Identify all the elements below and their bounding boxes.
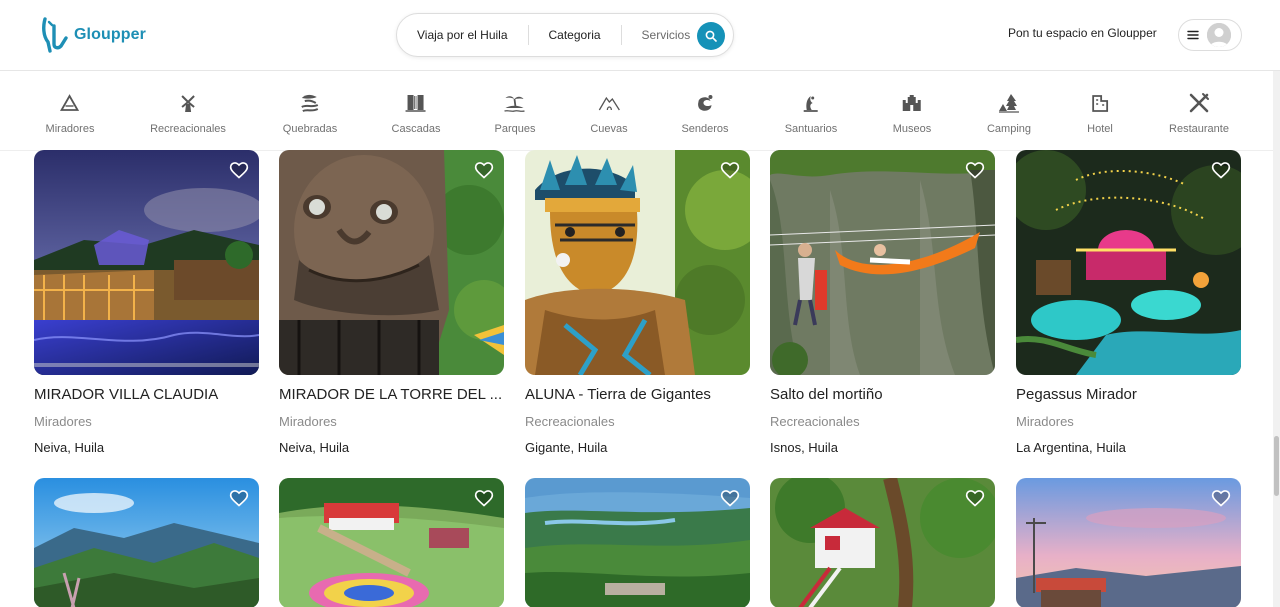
- brand-logo[interactable]: Gloupper: [40, 16, 146, 54]
- listing-card[interactable]: [525, 478, 750, 607]
- hotel-icon: [1088, 91, 1112, 115]
- category-label: Recreacionales: [150, 123, 226, 135]
- listing-photo[interactable]: [770, 150, 995, 375]
- category-restaurante[interactable]: Restaurante: [1169, 91, 1229, 135]
- listing-photo[interactable]: [1016, 150, 1241, 375]
- favorite-heart-icon[interactable]: [1211, 160, 1231, 180]
- category-label: Camping: [986, 123, 1032, 135]
- listing-location: Gigante, Huila: [525, 440, 608, 455]
- category-label: Santuarios: [784, 123, 838, 135]
- listing-photo[interactable]: [34, 478, 259, 607]
- castle-icon: [900, 91, 924, 115]
- listing-card[interactable]: Pegassus Mirador Miradores La Argentina,…: [1016, 150, 1241, 456]
- listing-title: MIRADOR VILLA CLAUDIA: [34, 386, 219, 403]
- search-where[interactable]: Viaja por el Huila: [397, 25, 528, 45]
- listing-card[interactable]: [770, 478, 995, 607]
- listing-category: Miradores: [34, 414, 92, 429]
- favorite-heart-icon[interactable]: [229, 160, 249, 180]
- category-label: Museos: [892, 123, 932, 135]
- avatar: [1207, 23, 1231, 47]
- category-bar: Miradores Recreacionales Quebradas Casca…: [0, 71, 1280, 151]
- favorite-heart-icon[interactable]: [229, 488, 249, 508]
- category-hotel[interactable]: Hotel: [1087, 91, 1113, 135]
- category-label: Miradores: [45, 123, 95, 135]
- category-cuevas[interactable]: Cuevas: [590, 91, 628, 135]
- search-bar[interactable]: Viaja por el Huila Categoria Servicios: [396, 13, 734, 57]
- favorite-heart-icon[interactable]: [474, 160, 494, 180]
- brand-name: Gloupper: [74, 26, 146, 43]
- utensils-icon: [1187, 91, 1211, 115]
- listing-category: Miradores: [279, 414, 337, 429]
- listing-category: Recreacionales: [525, 414, 615, 429]
- category-miradores[interactable]: Miradores: [45, 91, 95, 135]
- windmill-icon: [176, 91, 200, 115]
- listing-location: Isnos, Huila: [770, 440, 838, 455]
- cave-icon: [597, 91, 621, 115]
- listing-card[interactable]: Salto del mortiño Recreacionales Isnos, …: [770, 150, 995, 456]
- favorite-heart-icon[interactable]: [1211, 488, 1231, 508]
- user-silhouette-icon: [1207, 23, 1231, 47]
- host-link[interactable]: Pon tu espacio en Gloupper: [1008, 26, 1157, 40]
- mountain-triangle-icon: [58, 91, 82, 115]
- category-recreacionales[interactable]: Recreacionales: [150, 91, 226, 135]
- search-button[interactable]: [697, 22, 725, 50]
- listing-title: ALUNA - Tierra de Gigantes: [525, 386, 711, 403]
- favorite-heart-icon[interactable]: [720, 160, 740, 180]
- listing-card[interactable]: MIRADOR DE LA TORRE DEL ... Miradores Ne…: [279, 150, 504, 456]
- category-label: Quebradas: [282, 123, 338, 135]
- listing-location: Neiva, Huila: [279, 440, 350, 455]
- category-label: Hotel: [1087, 123, 1113, 135]
- category-santuarios[interactable]: Santuarios: [784, 91, 838, 135]
- listing-card[interactable]: [34, 478, 259, 607]
- category-label: Cascadas: [391, 123, 441, 135]
- listing-title: Pegassus Mirador: [1016, 386, 1137, 403]
- listing-card[interactable]: MIRADOR VILLA CLAUDIA Miradores Neiva, H…: [34, 150, 259, 456]
- category-senderos[interactable]: Senderos: [681, 91, 729, 135]
- listing-title: Salto del mortiño: [770, 386, 883, 403]
- hamburger-menu-icon: [1187, 30, 1199, 40]
- category-parques[interactable]: Parques: [494, 91, 536, 135]
- waterfall-icon: [404, 91, 428, 115]
- tent-tree-icon: [997, 91, 1021, 115]
- category-label: Cuevas: [590, 123, 628, 135]
- sanctuary-icon: [799, 91, 823, 115]
- category-museos[interactable]: Museos: [892, 91, 932, 135]
- listing-photo[interactable]: [34, 150, 259, 375]
- top-header: Gloupper Viaja por el Huila Categoria Se…: [0, 0, 1280, 71]
- favorite-heart-icon[interactable]: [720, 488, 740, 508]
- listing-category: Recreacionales: [770, 414, 860, 429]
- listing-photo[interactable]: [525, 150, 750, 375]
- listing-card[interactable]: [279, 478, 504, 607]
- category-camping[interactable]: Camping: [987, 91, 1031, 135]
- category-cascadas[interactable]: Cascadas: [391, 91, 441, 135]
- listing-category: Miradores: [1016, 414, 1074, 429]
- favorite-heart-icon[interactable]: [474, 488, 494, 508]
- page-scrollbar[interactable]: [1273, 71, 1280, 607]
- palm-island-icon: [503, 91, 527, 115]
- listing-card[interactable]: ALUNA - Tierra de Gigantes Recreacionale…: [525, 150, 750, 456]
- user-menu-button[interactable]: [1178, 19, 1242, 51]
- listing-photo[interactable]: [279, 478, 504, 607]
- stream-icon: [298, 91, 322, 115]
- listing-photo[interactable]: [770, 478, 995, 607]
- listing-location: Neiva, Huila: [34, 440, 105, 455]
- listing-card[interactable]: [1016, 478, 1241, 607]
- favorite-heart-icon[interactable]: [965, 488, 985, 508]
- category-label: Parques: [494, 123, 536, 135]
- search-icon: [705, 30, 717, 42]
- trail-wave-icon: [693, 91, 717, 115]
- gloupper-logo-icon: [42, 17, 68, 53]
- category-label: Senderos: [681, 123, 729, 135]
- listing-title: MIRADOR DE LA TORRE DEL ...: [279, 386, 503, 403]
- listing-location: La Argentina, Huila: [1016, 440, 1126, 455]
- scrollbar-thumb[interactable]: [1274, 436, 1279, 496]
- favorite-heart-icon[interactable]: [965, 160, 985, 180]
- category-label: Restaurante: [1169, 123, 1229, 135]
- listing-photo[interactable]: [1016, 478, 1241, 607]
- listing-photo[interactable]: [279, 150, 504, 375]
- category-quebradas[interactable]: Quebradas: [283, 91, 337, 135]
- listing-photo[interactable]: [525, 478, 750, 607]
- search-category[interactable]: Categoria: [527, 25, 621, 45]
